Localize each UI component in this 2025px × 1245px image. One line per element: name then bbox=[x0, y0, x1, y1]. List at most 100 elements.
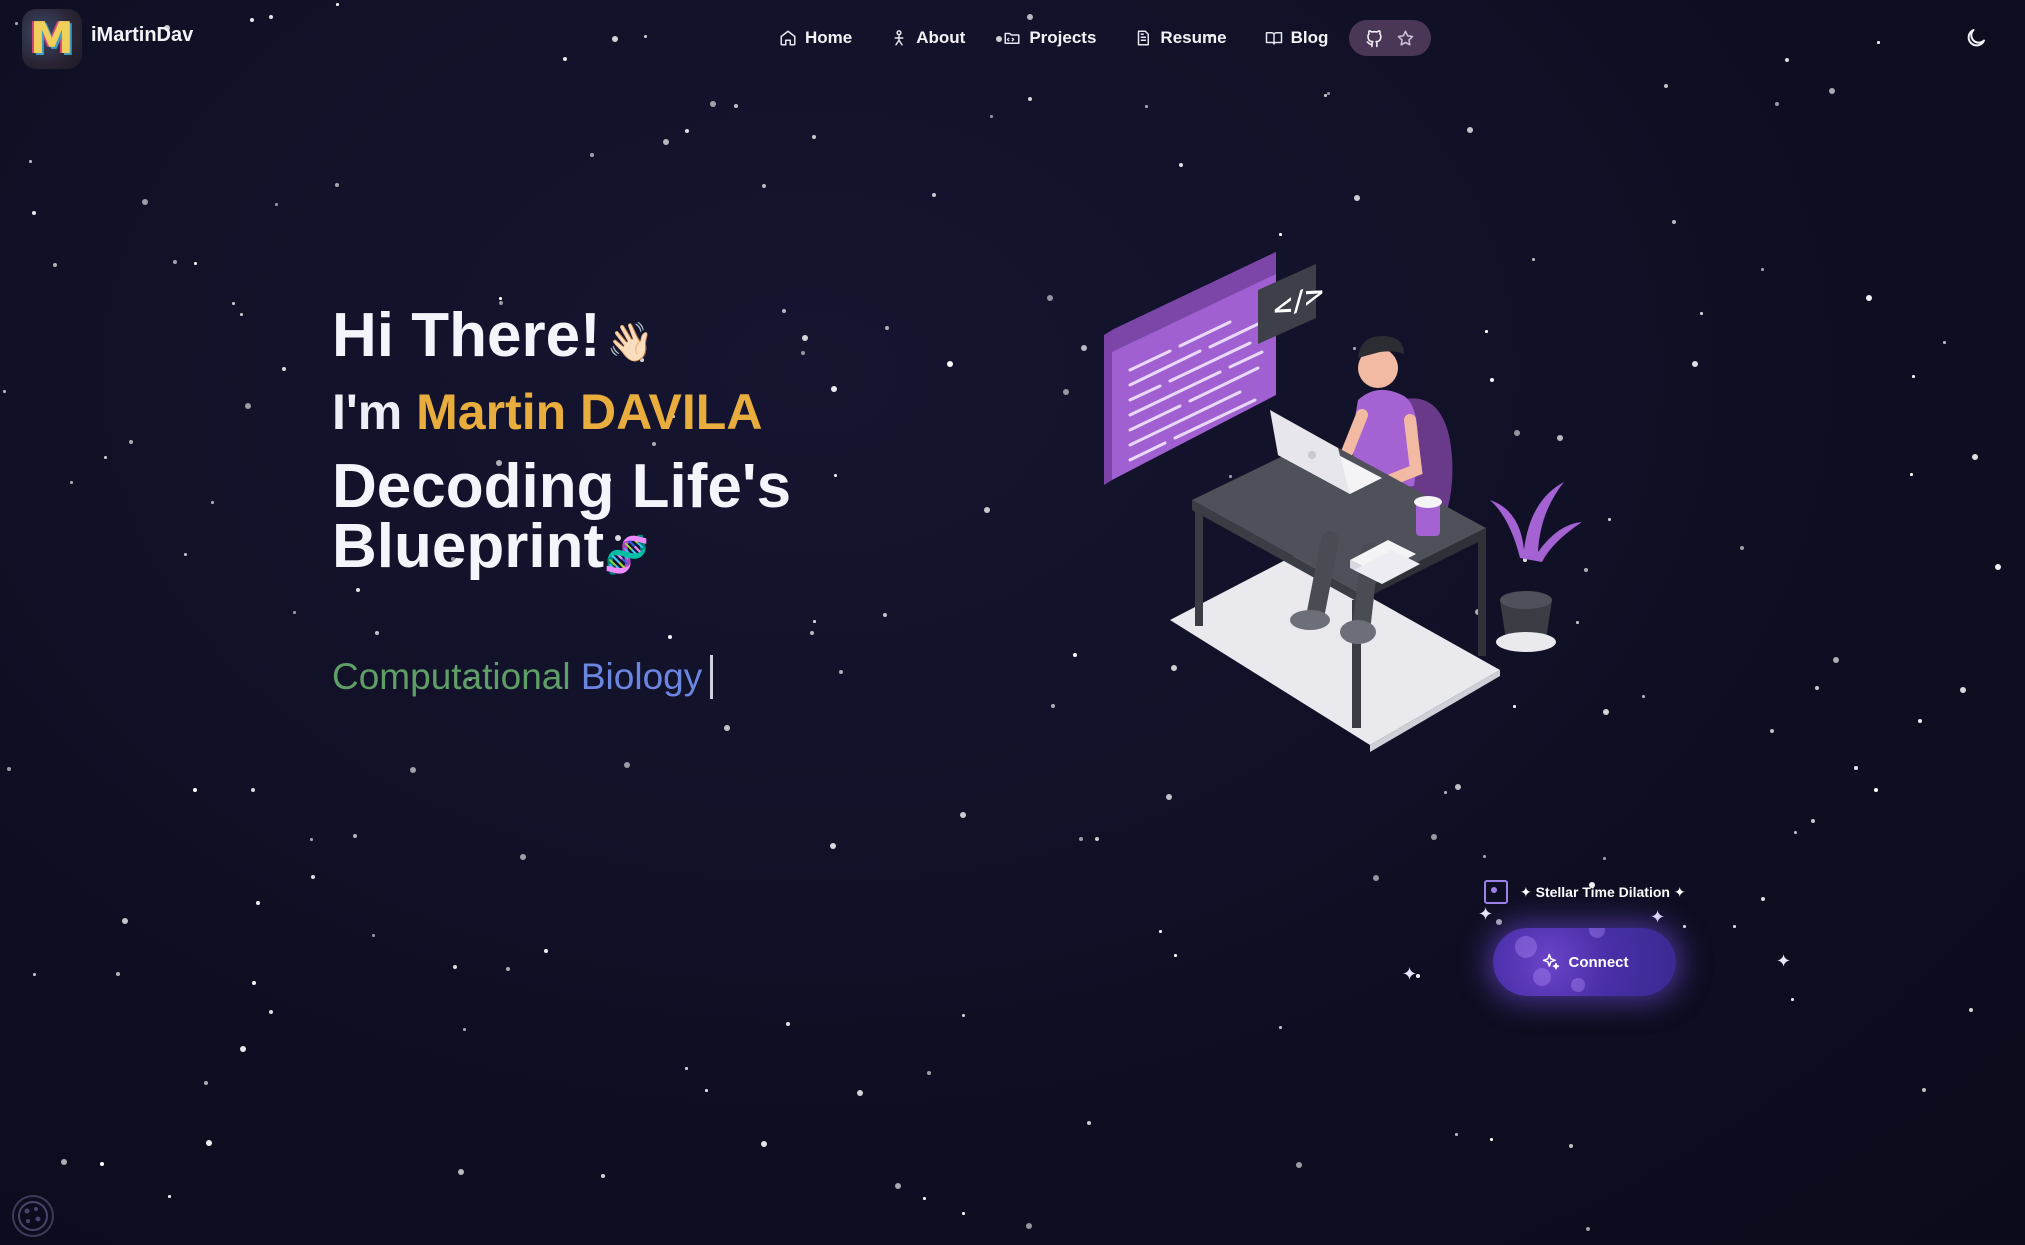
star-dot bbox=[1145, 105, 1148, 108]
star-dot bbox=[1918, 719, 1922, 723]
nav-projects[interactable]: Projects bbox=[984, 20, 1115, 56]
star-dot bbox=[1922, 1088, 1926, 1092]
star-dot bbox=[1811, 819, 1815, 823]
sparkle-icon: ✦ bbox=[1478, 904, 1494, 924]
github-icon bbox=[1366, 29, 1382, 47]
stellar-label: ✦ Stellar Time Dilation ✦ bbox=[1520, 883, 1686, 900]
star-dot bbox=[61, 1159, 67, 1165]
nav-projects-label: Projects bbox=[1029, 28, 1097, 47]
star-dot bbox=[762, 184, 766, 188]
star-dot bbox=[990, 115, 993, 118]
button-bubble bbox=[1515, 936, 1537, 958]
star-dot bbox=[1047, 295, 1053, 301]
brand-name[interactable]: iMartinDav bbox=[91, 24, 193, 47]
star-dot bbox=[1733, 925, 1736, 928]
star-dot bbox=[104, 456, 107, 459]
stellar-time-dilation-toggle[interactable]: ✦ Stellar Time Dilation ✦ bbox=[1484, 880, 1686, 904]
github-star-button[interactable] bbox=[1349, 20, 1432, 56]
typed-word-2: Biology bbox=[580, 656, 703, 697]
typing-cursor bbox=[710, 655, 714, 699]
star-dot bbox=[1279, 233, 1282, 236]
star-dot bbox=[1960, 687, 1966, 693]
star-dot bbox=[1496, 919, 1502, 925]
star-dot bbox=[3, 390, 6, 393]
star-dot bbox=[116, 972, 120, 976]
star-icon bbox=[1398, 30, 1414, 46]
star-dot bbox=[410, 767, 416, 773]
star-dot bbox=[1324, 94, 1327, 97]
nav-about[interactable]: About bbox=[871, 20, 984, 56]
star-dot bbox=[211, 501, 214, 504]
cookie-icon[interactable] bbox=[12, 1195, 54, 1237]
star-dot bbox=[1603, 857, 1606, 860]
star-dot bbox=[927, 1071, 931, 1075]
greeting-text: Hi There! bbox=[332, 301, 601, 370]
star-dot bbox=[1079, 837, 1083, 841]
star-dot bbox=[960, 812, 966, 818]
star-dot bbox=[962, 1212, 965, 1215]
star-dot bbox=[1051, 704, 1055, 708]
star-dot bbox=[193, 788, 197, 792]
star-dot bbox=[962, 1014, 965, 1017]
star-dot bbox=[1854, 766, 1858, 770]
star-dot bbox=[282, 367, 286, 371]
folder-icon bbox=[1004, 32, 1020, 44]
nav-resume[interactable]: Resume bbox=[1115, 20, 1245, 56]
tagline-heading: Decoding Life's Blueprint🧬 bbox=[332, 456, 892, 585]
star-dot bbox=[32, 211, 36, 215]
stellar-checkbox[interactable] bbox=[1484, 880, 1508, 904]
star-dot bbox=[601, 1174, 605, 1178]
star-dot bbox=[1569, 1144, 1573, 1148]
star-dot bbox=[1296, 1162, 1302, 1168]
star-dot bbox=[761, 1141, 767, 1147]
star-dot bbox=[1815, 686, 1819, 690]
star-dot bbox=[1416, 974, 1420, 978]
nav-blog[interactable]: Blog bbox=[1246, 20, 1348, 56]
button-bubble bbox=[1589, 928, 1605, 938]
star-dot bbox=[1373, 875, 1379, 881]
star-dot bbox=[685, 129, 689, 133]
star-dot bbox=[1770, 729, 1774, 733]
star-dot bbox=[984, 507, 990, 513]
sparkles-icon bbox=[1542, 953, 1559, 970]
star-dot bbox=[1700, 312, 1703, 315]
star-dot bbox=[194, 262, 197, 265]
waving-hand-icon: 👋🏻 bbox=[606, 321, 655, 364]
star-dot bbox=[1740, 546, 1744, 550]
star-dot bbox=[372, 934, 375, 937]
star-dot bbox=[1833, 657, 1839, 663]
star-dot bbox=[1775, 102, 1779, 106]
star-dot bbox=[1174, 954, 1177, 957]
star-dot bbox=[1910, 473, 1913, 476]
star-dot bbox=[1692, 361, 1698, 367]
star-dot bbox=[1063, 389, 1069, 395]
star-dot bbox=[544, 949, 548, 953]
star-dot bbox=[245, 403, 251, 409]
star-dot bbox=[122, 918, 128, 924]
star-dot bbox=[1943, 341, 1946, 344]
star-dot bbox=[251, 788, 255, 792]
star-dot bbox=[923, 1197, 926, 1200]
star-dot bbox=[895, 1183, 901, 1189]
star-dot bbox=[1608, 518, 1611, 521]
nav-home-label: Home bbox=[805, 28, 853, 47]
logo[interactable]: M bbox=[22, 9, 82, 69]
star-dot bbox=[453, 965, 457, 969]
star-dot bbox=[520, 854, 526, 860]
star-dot bbox=[204, 1081, 208, 1085]
navbar: M iMartinDav Home About Projects Resume … bbox=[0, 0, 2025, 76]
connect-button[interactable]: Connect bbox=[1493, 928, 1676, 996]
star-dot bbox=[1874, 788, 1878, 792]
moon-icon[interactable] bbox=[1964, 26, 1988, 50]
main-menu: Home About Projects Resume Blog bbox=[760, 20, 1432, 56]
star-dot bbox=[1829, 88, 1835, 94]
star-dot bbox=[232, 302, 235, 305]
star-dot bbox=[275, 203, 278, 206]
intro-prefix: I'm bbox=[332, 384, 417, 440]
star-dot bbox=[310, 838, 313, 841]
star-dot bbox=[786, 1022, 790, 1026]
star-dot bbox=[1327, 92, 1330, 95]
star-dot bbox=[1794, 831, 1797, 834]
nav-home[interactable]: Home bbox=[760, 20, 871, 56]
star-dot bbox=[70, 481, 73, 484]
